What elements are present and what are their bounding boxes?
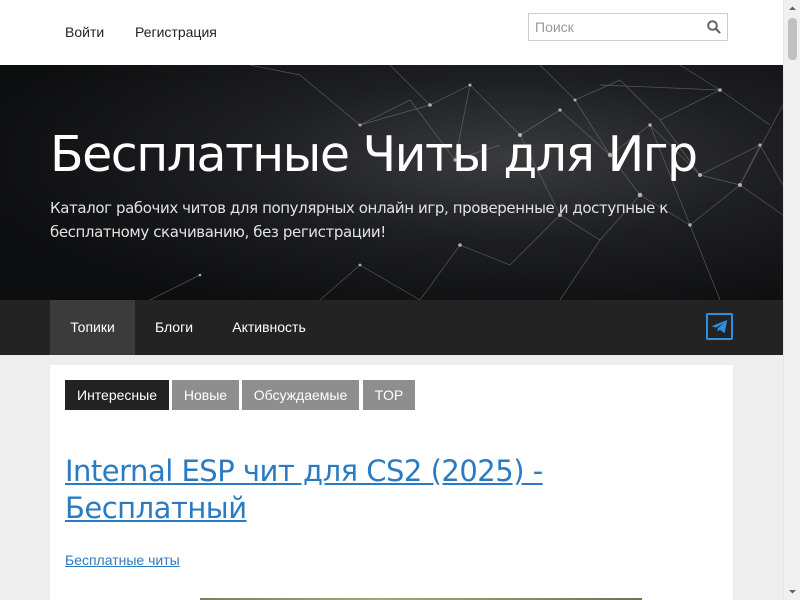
nav-item-activity[interactable]: Активность [213, 300, 325, 355]
tab-top[interactable]: TOP [363, 380, 415, 410]
scroll-up-arrow-icon[interactable] [784, 0, 800, 17]
scrollbar-thumb[interactable] [788, 18, 797, 60]
site-description: Каталог рабочих читов для популярных онл… [50, 199, 668, 241]
tab-discussed[interactable]: Обсуждаемые [242, 380, 359, 410]
login-link[interactable]: Войти [65, 23, 104, 41]
telegram-button[interactable] [706, 313, 733, 340]
tab-interesting[interactable]: Интересные [65, 380, 169, 410]
top-bar: Войти Регистрация [0, 0, 783, 65]
register-link[interactable]: Регистрация [135, 23, 217, 41]
nav-item-topics[interactable]: Топики [50, 300, 135, 355]
site-title: Бесплатные Читы для Игр [50, 126, 698, 183]
scroll-down-arrow-icon[interactable] [784, 583, 800, 600]
post-category-link[interactable]: Бесплатные читы [65, 552, 180, 568]
tab-new[interactable]: Новые [172, 380, 239, 410]
search-input[interactable] [529, 14, 699, 40]
content-card: Интересные Новые Обсуждаемые TOP Interna… [50, 365, 733, 600]
search-box [528, 13, 728, 41]
page: Войти Регистрация Поиск Бесплатные Читы … [0, 0, 783, 600]
hero-banner: Бесплатные Читы для Игр Каталог рабочих … [0, 65, 783, 300]
search-icon[interactable] [705, 18, 723, 36]
page-scrollbar[interactable] [783, 0, 800, 600]
main-nav: Топики Блоги Активность [0, 300, 783, 355]
nav-item-blogs[interactable]: Блоги [135, 300, 213, 355]
post-title-link[interactable]: Internal ESP чит для CS2 (2025) - Беспла… [65, 453, 665, 527]
